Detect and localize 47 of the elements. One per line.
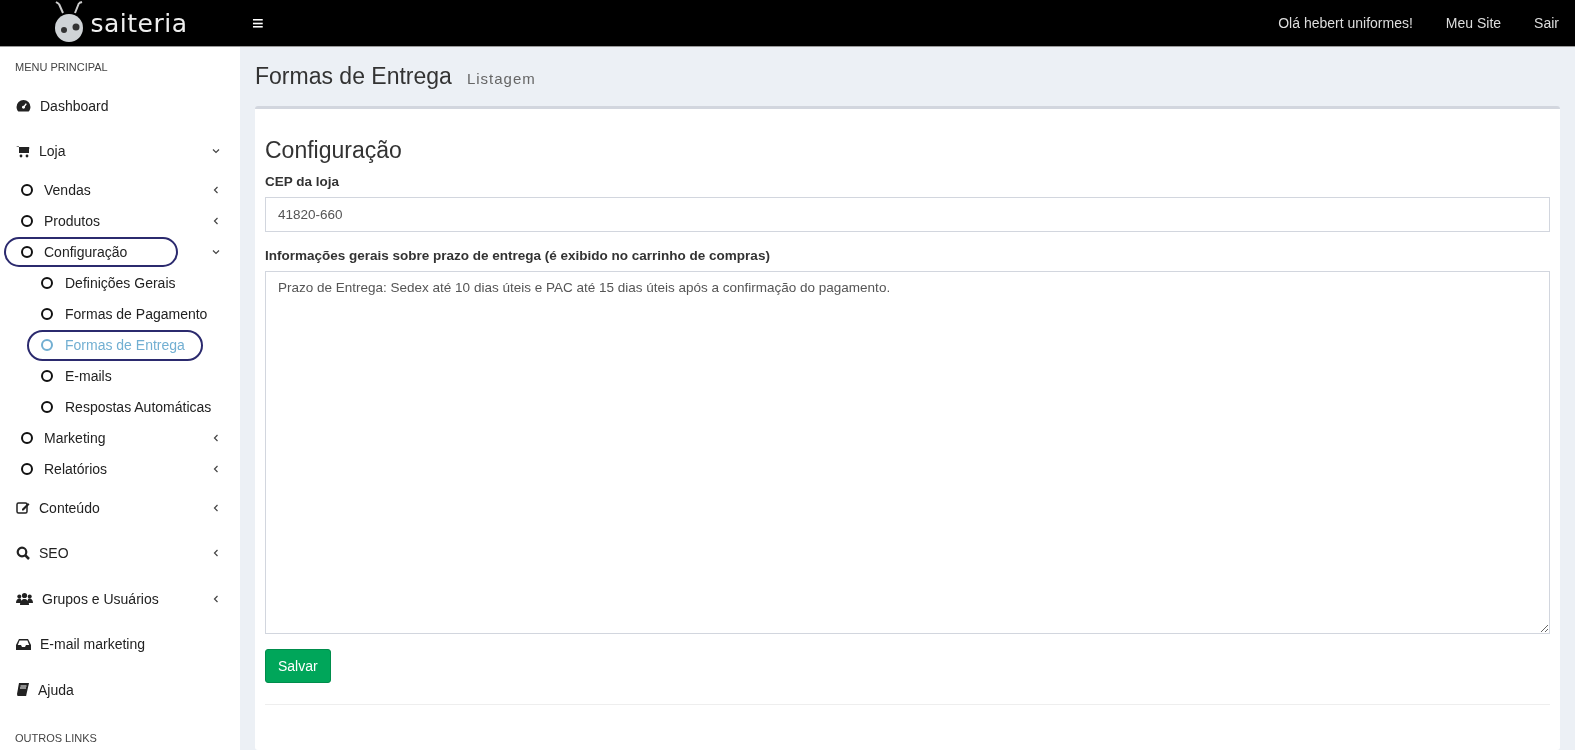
submenu-item[interactable]: Marketing <box>0 422 240 454</box>
menu-item[interactable]: Dashboard <box>0 83 240 129</box>
menu-item[interactable]: E-mail marketing <box>0 621 240 667</box>
circle-icon <box>21 432 33 445</box>
circle-icon <box>21 183 33 196</box>
circle-icon <box>21 463 33 476</box>
menu-item[interactable]: Ajuda <box>0 666 240 713</box>
menu-heading: OUTROS LINKS <box>14 731 98 746</box>
submenu-item[interactable]: Respostas Automáticas <box>0 391 240 423</box>
submenu-item[interactable]: Vendas <box>0 174 240 205</box>
field-label: Informações gerais sobre prazo de entrega (é exibido no carrinho de compras) <box>265 248 770 263</box>
logo-text: saiteria <box>90 8 188 38</box>
submenu-item[interactable]: Configuração <box>0 236 240 267</box>
field-label: CEP da loja <box>265 174 340 189</box>
page-title: Formas de Entrega <box>255 63 452 90</box>
submenu-item[interactable]: Definições Gerais <box>0 267 240 299</box>
edit-icon <box>16 501 30 515</box>
menu-item[interactable]: SEO <box>0 530 240 576</box>
menu-icon[interactable]: ≡ <box>252 11 264 35</box>
submenu-item[interactable]: Relatórios <box>0 453 240 485</box>
submenu-item[interactable]: Formas de Pagamento <box>0 298 240 330</box>
book-icon <box>16 683 29 697</box>
circle-icon <box>41 338 53 351</box>
circle-icon <box>21 245 33 258</box>
menu-item[interactable]: Conteúdo <box>0 484 240 531</box>
circle-icon <box>41 276 53 289</box>
cart-icon <box>16 144 30 158</box>
page-subtitle: Listagem <box>466 70 536 87</box>
input-field[interactable]: 41820-660 <box>265 197 1550 232</box>
menu-item[interactable]: Grupos e Usuários <box>0 575 240 622</box>
submenu-item[interactable]: Produtos <box>0 205 240 236</box>
inbox-icon <box>16 638 31 651</box>
submenu-item[interactable]: E-mails <box>0 360 240 392</box>
gauge-icon <box>16 99 31 113</box>
section-title: Configuração <box>265 137 403 164</box>
menu-item[interactable]: Loja <box>0 128 240 174</box>
menu-heading: MENU PRINCIPAL <box>14 60 109 75</box>
circle-icon <box>41 307 53 320</box>
circle-icon <box>41 370 53 383</box>
header-link[interactable]: Sair <box>1534 15 1559 31</box>
circle-icon <box>21 214 33 227</box>
search-icon <box>16 546 30 561</box>
text-area[interactable]: Prazo de Entrega: Sedex até 10 dias úteis e PAC até 15 dias úteis após a confirmação do pagamento. <box>265 271 1550 634</box>
circle-icon <box>41 401 53 414</box>
users-icon <box>16 592 33 606</box>
header-link[interactable]: Olá hebert uniformes! <box>1278 15 1413 31</box>
header-link[interactable]: Meu Site <box>1445 15 1502 31</box>
